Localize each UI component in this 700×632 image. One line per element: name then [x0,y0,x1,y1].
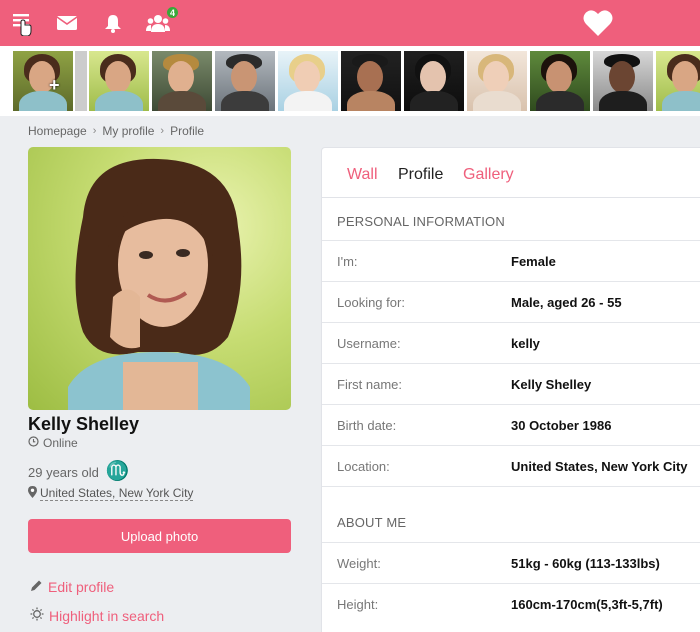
breadcrumb-my-profile[interactable]: My profile [102,124,154,138]
info-row-weight: Weight: 51kg - 60kg (113-133lbs) [322,542,700,583]
info-row-looking-for: Looking for: Male, aged 26 - 55 [322,281,700,322]
scorpio-zodiac-icon: ♏ [105,461,130,482]
info-label: Location: [337,459,390,474]
member-thumb[interactable] [278,51,338,111]
notification-badge: 4 [166,6,179,19]
clock-icon [28,436,39,450]
online-status-text: Online [43,436,78,450]
breadcrumb-profile: Profile [170,124,205,138]
info-label: First name: [337,377,403,392]
breadcrumb-homepage[interactable]: Homepage [28,124,87,138]
member-thumb[interactable] [656,51,700,111]
map-pin-icon [28,486,37,501]
age-text: 29 years old [28,464,99,480]
profile-name: Kelly Shelley [28,414,140,434]
member-thumb[interactable] [341,51,401,111]
plus-icon: + [49,75,60,95]
info-label: I'm: [337,254,358,269]
info-value: 30 October 1986 [511,418,612,433]
upload-photo-button[interactable]: Upload photo [28,519,291,553]
age-line: 29 years old ♏ [28,461,130,482]
member-thumb[interactable] [75,51,87,111]
info-row-gender: I'm: Female [322,240,700,281]
member-thumb[interactable] [467,51,527,111]
breadcrumb: Homepage › My profile › Profile [28,124,204,138]
info-row-location: Location: United States, New York City [322,445,700,486]
location-line[interactable]: United States, New York City [28,486,194,501]
top-navigation-bar: 4 [0,0,700,46]
member-thumb[interactable] [152,51,212,111]
member-thumb[interactable] [530,51,590,111]
member-thumb[interactable] [89,51,149,111]
pencil-icon [30,579,43,595]
info-label: Username: [337,336,401,351]
online-status: Online [28,436,78,450]
member-thumb[interactable] [404,51,464,111]
tab-profile[interactable]: Profile [398,166,443,184]
highlight-in-search-link[interactable]: Highlight in search [30,607,164,624]
hamburger-menu-icon[interactable] [10,11,34,36]
member-thumb[interactable] [215,51,275,111]
chevron-right-icon: › [160,125,165,137]
location-text[interactable]: United States, New York City [40,486,194,501]
info-value: Female [511,254,556,269]
profile-details-panel: Wall Profile Gallery PERSONAL INFORMATIO… [321,147,700,632]
info-label: Height: [337,597,379,612]
members-photo-strip: + [0,46,700,116]
tab-gallery[interactable]: Gallery [463,166,514,184]
info-value: Male, aged 26 - 55 [511,295,622,310]
info-label: Birth date: [337,418,397,433]
edit-profile-label[interactable]: Edit profile [48,579,114,595]
profile-tabs: Wall Profile Gallery [322,148,700,198]
group-users-icon[interactable]: 4 [146,6,179,35]
info-value: 160cm-170cm(5,3ft-5,7ft) [511,597,663,612]
info-value: Kelly Shelley [511,377,592,392]
edit-profile-link[interactable]: Edit profile [30,579,114,595]
info-value: United States, New York City [511,459,688,474]
info-value: 51kg - 60kg (113-133lbs) [511,556,660,571]
info-row-username: Username: kelly [322,322,700,363]
chevron-right-icon: › [92,125,97,137]
divider [322,486,700,487]
bell-icon[interactable] [101,11,125,35]
info-value: kelly [511,336,540,351]
member-thumb[interactable] [593,51,653,111]
info-row-birth-date: Birth date: 30 October 1986 [322,404,700,445]
info-label: Weight: [337,556,381,571]
add-photo-thumb[interactable]: + [13,51,73,111]
info-row-first-name: First name: Kelly Shelley [322,363,700,404]
envelope-icon[interactable] [55,11,79,35]
sun-icon [30,607,44,624]
heart-logo-icon[interactable] [582,7,614,39]
about-me-heading: ABOUT ME [337,515,407,530]
tab-wall[interactable]: Wall [347,166,378,184]
info-label: Looking for: [337,295,405,310]
profile-photo[interactable] [28,147,291,410]
highlight-in-search-label[interactable]: Highlight in search [49,608,164,624]
personal-information-heading: PERSONAL INFORMATION [337,214,505,229]
info-row-height: Height: 160cm-170cm(5,3ft-5,7ft) [322,583,700,624]
